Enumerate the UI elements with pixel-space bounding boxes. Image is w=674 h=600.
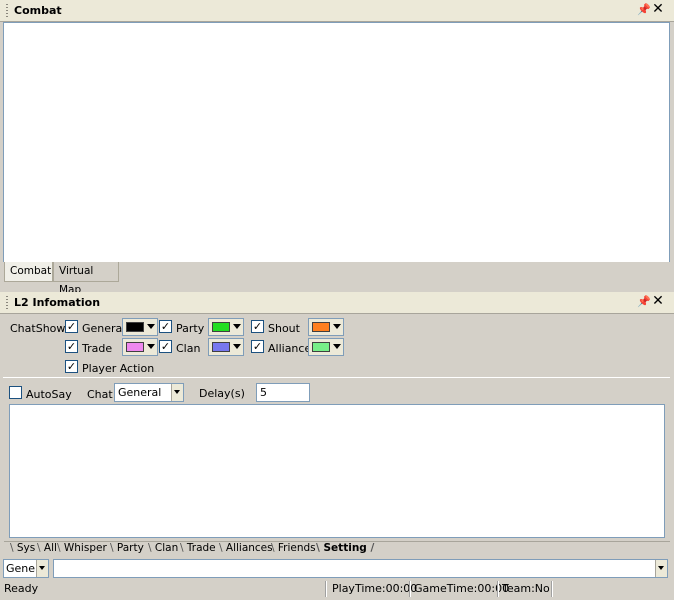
tab-clan[interactable]: \ Clan xyxy=(142,542,178,556)
trade-checkbox[interactable]: ✓ xyxy=(65,340,78,353)
status-text: Ready xyxy=(4,582,39,595)
color-swatch xyxy=(312,322,330,332)
combat-panel-header: Combat 📌 ✕ xyxy=(0,0,674,22)
combat-tabstrip: Combat Virtual Map xyxy=(3,262,670,296)
party-label: Party xyxy=(176,322,205,335)
tab-setting[interactable]: \ Setting / xyxy=(310,542,374,556)
playtime-text: PlayTime:00:00 xyxy=(332,582,418,595)
info-panel-title: L2 Infomation xyxy=(14,296,101,309)
autosay-label: AutoSay xyxy=(26,388,72,401)
tab-party[interactable]: \ Party xyxy=(104,542,144,556)
chevron-down-icon xyxy=(233,344,241,349)
grip-icon[interactable] xyxy=(6,4,8,18)
party-color-picker[interactable] xyxy=(208,318,244,336)
combat-panel-title: Combat xyxy=(14,4,62,17)
chevron-down-icon xyxy=(333,324,341,329)
general-label: General xyxy=(82,322,126,335)
clan-color-picker[interactable] xyxy=(208,338,244,356)
alliance-checkbox[interactable]: ✓ xyxy=(251,340,264,353)
autosay-checkbox[interactable] xyxy=(9,386,22,399)
message-input[interactable] xyxy=(53,559,668,578)
tab-whisper[interactable]: \ Whisper xyxy=(51,542,107,556)
trade-color-picker[interactable] xyxy=(122,338,158,356)
trade-label: Trade xyxy=(82,342,113,355)
color-swatch xyxy=(126,322,144,332)
tab-alliances[interactable]: \ Alliances xyxy=(213,542,273,556)
tab-setting-label: Setting xyxy=(323,542,367,554)
player-action-label: Player Action xyxy=(82,362,155,375)
pin-icon[interactable]: 📌 xyxy=(637,295,651,309)
color-swatch xyxy=(126,342,144,352)
chevron-down-icon xyxy=(147,324,155,329)
close-icon[interactable]: ✕ xyxy=(651,2,665,17)
color-swatch xyxy=(212,342,230,352)
chevron-down-icon xyxy=(233,324,241,329)
chat-channel-select[interactable]: General xyxy=(114,383,184,402)
tab-trade[interactable]: \ Trade xyxy=(174,542,216,556)
autosay-textarea[interactable] xyxy=(9,404,665,538)
alliance-label: Alliance xyxy=(268,342,312,355)
tab-whisper-label: Whisper xyxy=(63,542,107,554)
shout-checkbox[interactable]: ✓ xyxy=(251,320,264,333)
general-checkbox[interactable]: ✓ xyxy=(65,320,78,333)
party-checkbox[interactable]: ✓ xyxy=(159,320,172,333)
color-swatch xyxy=(212,322,230,332)
input-channel-value: Gener xyxy=(6,562,40,575)
tab-friends[interactable]: \ Friends xyxy=(265,542,316,556)
chevron-down-icon[interactable] xyxy=(171,384,183,401)
divider xyxy=(3,377,670,378)
alliance-color-picker[interactable] xyxy=(308,338,344,356)
chat-label: Chat xyxy=(87,388,113,401)
tab-combat[interactable]: Combat xyxy=(4,262,53,282)
status-divider xyxy=(325,581,327,597)
info-panel-header: L2 Infomation 📌 ✕ xyxy=(0,292,674,314)
chat-channel-value: General xyxy=(118,386,162,399)
tab-trade-label: Trade xyxy=(186,542,216,554)
shout-color-picker[interactable] xyxy=(308,318,344,336)
clan-label: Clan xyxy=(176,342,201,355)
chevron-down-icon[interactable] xyxy=(655,560,667,577)
channel-tabstrip: \ Sys \ All \ Whisper \ Party \ Clan \ T… xyxy=(4,541,670,556)
chatshow-label: ChatShow xyxy=(10,322,66,335)
status-bar: Ready PlayTime:00:00 GameTime:00:00 Team… xyxy=(0,579,674,600)
delay-label: Delay(s) xyxy=(199,387,245,400)
close-icon[interactable]: ✕ xyxy=(651,294,665,309)
input-channel-select[interactable]: Gener xyxy=(3,559,49,578)
grip-icon[interactable] xyxy=(6,296,8,310)
combat-log[interactable] xyxy=(3,22,670,263)
status-divider xyxy=(551,581,553,597)
tab-virtual-map[interactable]: Virtual Map xyxy=(53,262,119,296)
clan-checkbox[interactable]: ✓ xyxy=(159,340,172,353)
color-swatch xyxy=(312,342,330,352)
chevron-down-icon xyxy=(147,344,155,349)
chevron-down-icon xyxy=(333,344,341,349)
general-color-picker[interactable] xyxy=(122,318,158,336)
player-action-checkbox[interactable]: ✓ xyxy=(65,360,78,373)
shout-label: Shout xyxy=(268,322,300,335)
delay-input[interactable]: 5 xyxy=(256,383,310,402)
tab-party-label: Party xyxy=(116,542,144,554)
team-text: Team:No xyxy=(502,582,550,595)
gametime-text: GameTime:00:00 xyxy=(414,582,510,595)
chevron-down-icon[interactable] xyxy=(36,560,48,577)
pin-icon[interactable]: 📌 xyxy=(637,3,651,17)
